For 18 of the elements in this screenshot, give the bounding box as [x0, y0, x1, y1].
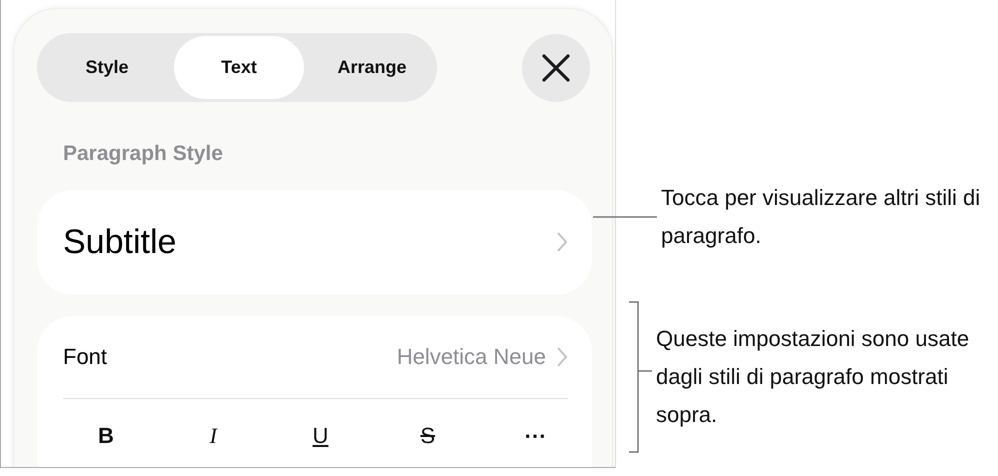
bold-button[interactable]: B	[83, 414, 129, 456]
close-icon	[541, 52, 571, 82]
tab[interactable]: Text	[174, 36, 304, 99]
chevron-icon	[556, 231, 568, 253]
tab[interactable]: Style	[40, 36, 174, 99]
paragraph-style-value: Subtitle	[63, 222, 176, 262]
strikethrough-button[interactable]: S	[404, 414, 451, 456]
chevron-icon	[556, 346, 568, 368]
section-title: Paragraph Style	[62, 141, 224, 167]
more-button[interactable]: ⋯	[512, 414, 558, 456]
callout-text: Tocca per visualizzare altri stili di paragrafo.	[661, 184, 982, 250]
callout-text: Queste impostazioni sono usate dagli stili di paragrafo mostrati sopra.	[656, 325, 970, 429]
tab[interactable]: Arrange	[304, 36, 440, 99]
underline-button[interactable]: U	[298, 414, 344, 456]
leader-line	[593, 216, 657, 218]
font-label: Font	[63, 343, 108, 371]
italic-button[interactable]: I	[190, 414, 236, 456]
paragraph-style-row[interactable]: Subtitle	[37, 190, 592, 294]
